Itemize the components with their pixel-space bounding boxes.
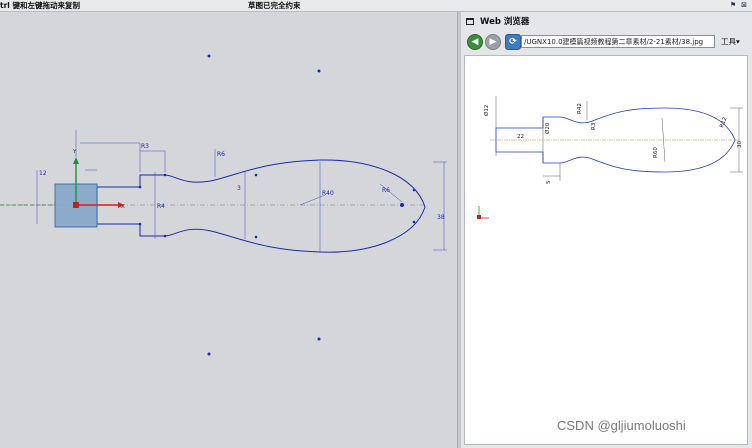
- pin-icon[interactable]: ⚑: [729, 1, 737, 9]
- dim-label: R6: [217, 151, 225, 158]
- ref-dim-label: Ø12: [483, 105, 490, 116]
- control-point: [400, 203, 404, 207]
- control-point: [254, 235, 258, 239]
- dimension-labels: R3 R6 R40 R6 R4 38 12 3: [39, 143, 445, 221]
- sketch-canvas[interactable]: R3 R6 R40 R6 R4 38 12 3 X Y: [0, 12, 458, 448]
- dim-label: 12: [39, 170, 47, 177]
- ref-profile: [495, 107, 736, 173]
- forward-button[interactable]: ▶: [485, 34, 501, 50]
- sketch-point: [207, 54, 211, 58]
- tools-label: 工具: [721, 37, 736, 46]
- axis-label-x: X: [121, 204, 125, 210]
- handle-profile: [96, 159, 426, 253]
- dim-label: R3: [141, 143, 149, 150]
- control-point: [163, 234, 167, 238]
- chevron-down-icon: ▾: [736, 37, 740, 46]
- ref-dim-label: Ø20: [544, 122, 551, 134]
- control-point: [138, 185, 142, 189]
- browser-title: Web 浏览器: [480, 17, 530, 27]
- tools-menu[interactable]: 工具▾: [721, 35, 740, 48]
- dim-label: R6: [382, 187, 390, 194]
- ref-dim-label: 30: [737, 141, 743, 148]
- refresh-button[interactable]: ⟳: [505, 34, 521, 50]
- control-point: [412, 188, 416, 192]
- back-button[interactable]: ◀: [467, 34, 483, 50]
- watermark: CSDN @gljiumoluoshi: [557, 418, 686, 433]
- dim-label: 3: [237, 185, 241, 192]
- dim-label: 38: [437, 214, 445, 221]
- ref-dim-label: 22: [517, 134, 524, 140]
- sketch-point: [207, 352, 211, 356]
- close-icon[interactable]: ⊠: [740, 1, 748, 9]
- origin-marker: [73, 202, 79, 208]
- status-hint: trl 键和左键拖动来复制: [0, 1, 80, 10]
- sketch-point: [317, 69, 321, 73]
- ref-dim-label: R60: [653, 147, 659, 158]
- dim-label: R40: [322, 190, 334, 197]
- window-icon: [466, 18, 474, 25]
- ref-dim-label: R3: [591, 122, 597, 130]
- browser-toolbar: ◀ ▶ ⟳ /UGNX10.0建模篇视频教程第二章素材/2-21素材/38.jp…: [461, 32, 752, 54]
- ref-axis-glyph: [477, 206, 489, 219]
- dimension-lines: [36, 142, 447, 252]
- sketch-point: [317, 337, 321, 341]
- ref-dim-label: 5: [546, 180, 552, 184]
- ref-dim-labels: Ø12 R42 R3 22 Ø20 R60 R12 30 5: [483, 103, 743, 184]
- address-input[interactable]: /UGNX10.0建模篇视频教程第二章素材/2-21素材/38.jpg: [521, 35, 715, 48]
- web-browser-panel: Web 浏览器 ◀ ▶ ⟳ /UGNX10.0建模篇视频教程第二章素材/2-21…: [461, 12, 752, 448]
- ref-dim-label: R42: [577, 103, 583, 114]
- axis-y-arrow: [73, 157, 79, 164]
- control-point: [163, 173, 167, 177]
- dim-label: R4: [157, 203, 165, 210]
- control-point: [412, 220, 416, 224]
- control-point: [138, 222, 142, 226]
- browser-title-bar: Web 浏览器: [461, 14, 752, 30]
- sketch-status: 草图已完全约束: [248, 1, 301, 10]
- browser-viewport[interactable]: Ø12 R42 R3 22 Ø20 R60 R12 30 5: [464, 55, 748, 445]
- control-point: [254, 173, 258, 177]
- status-bar: trl 键和左键拖动来复制 草图已完全约束 ⚑ ⊠: [0, 0, 752, 12]
